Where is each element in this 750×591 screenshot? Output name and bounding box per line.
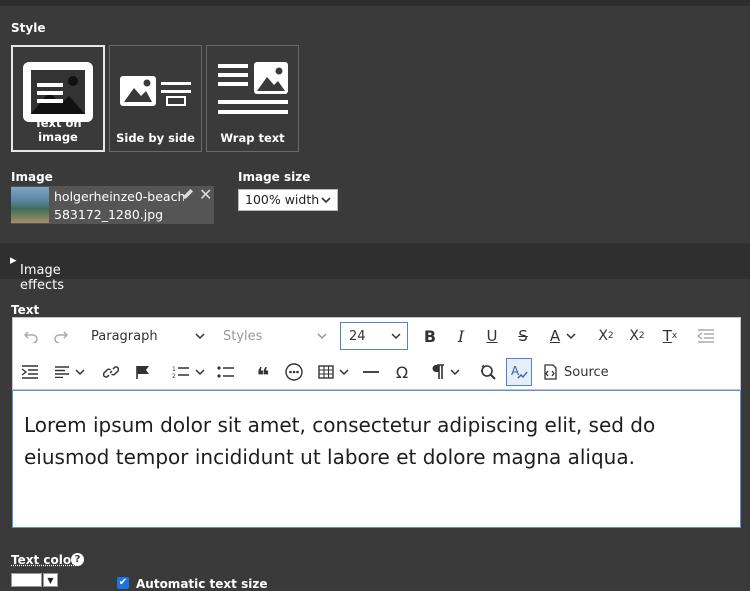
image-label: Image — [11, 170, 53, 184]
bold-icon[interactable]: B — [417, 318, 443, 354]
align-dropdown-icon[interactable] — [49, 354, 89, 390]
chevron-down-icon — [321, 190, 331, 218]
text-color-label: Text color — [11, 553, 78, 567]
image-filename: holgerheinze0-beach- 583172_1280.jpg — [54, 189, 184, 222]
rich-text-editor[interactable]: Lorem ipsum dolor sit amet, consectetur … — [12, 390, 741, 528]
bullet-list-icon[interactable] — [213, 354, 239, 390]
chevron-down-icon — [566, 333, 576, 340]
top-bar — [0, 0, 750, 6]
subscript-icon[interactable]: X2 — [593, 318, 619, 354]
image-size-select[interactable]: 100% width — [238, 189, 338, 211]
style-option-text-on-image[interactable]: Text on image — [11, 45, 105, 152]
spellcheck-icon[interactable]: A — [506, 358, 532, 386]
remove-image-close-icon[interactable]: ✕ — [199, 187, 212, 203]
chevron-down-icon — [338, 369, 349, 376]
special-characters-omega-icon[interactable]: Ω — [389, 354, 415, 390]
underline-icon[interactable]: U — [479, 318, 505, 354]
chevron-down-icon — [391, 333, 401, 340]
superscript-icon[interactable]: X2 — [624, 318, 650, 354]
strikethrough-icon[interactable]: S — [510, 318, 536, 354]
side-by-side-icon — [119, 76, 191, 106]
font-color-icon[interactable]: A — [543, 318, 583, 354]
source-code-icon — [544, 364, 557, 380]
styles-dropdown[interactable]: Styles — [213, 318, 333, 354]
chevron-down-icon — [317, 333, 327, 340]
style-option-label: Side by side — [116, 131, 195, 145]
color-dropdown-chevron-icon[interactable]: ▼ — [43, 573, 58, 587]
blockquote-icon[interactable]: ❝ — [250, 354, 276, 390]
text-section-label: Text — [11, 303, 40, 317]
text-on-image-icon — [23, 62, 93, 122]
help-icon[interactable]: ? — [71, 553, 84, 566]
undo-icon[interactable] — [19, 318, 43, 354]
image-size-label: Image size — [238, 170, 311, 184]
link-icon[interactable] — [98, 354, 124, 390]
wrap-text-icon — [217, 62, 288, 114]
font-size-dropdown[interactable]: 24 — [340, 322, 408, 350]
paragraph-marks-icon[interactable] — [425, 354, 465, 390]
automatic-text-size-checkbox[interactable]: ✔ — [117, 577, 129, 589]
remove-format-icon[interactable]: Tx — [657, 318, 683, 354]
image-chip: holgerheinze0-beach- 583172_1280.jpg ✕ — [11, 186, 214, 224]
image-effects-label: ▸ Image effects — [10, 253, 64, 293]
style-option-side-by-side[interactable]: Side by side — [109, 45, 202, 152]
chevron-down-icon — [449, 369, 460, 376]
editor-content[interactable]: Lorem ipsum dolor sit amet, consectetur … — [24, 409, 724, 473]
anchor-flag-icon[interactable] — [130, 354, 156, 390]
special-insert-icon[interactable] — [281, 354, 307, 390]
block-format-dropdown[interactable]: Paragraph — [81, 318, 211, 354]
indent-icon[interactable] — [17, 354, 43, 390]
outdent-icon[interactable] — [693, 318, 719, 354]
find-replace-icon[interactable] — [475, 354, 501, 390]
style-section-label: Style — [11, 21, 46, 35]
automatic-text-size-label: Automatic text size — [136, 577, 268, 591]
horizontal-line-icon[interactable] — [358, 354, 384, 390]
svg-text:1: 1 — [172, 366, 176, 373]
image-effects-toggle[interactable]: ▸ Image effects — [0, 243, 750, 293]
editor-toolbar: Paragraph Styles 24 B I U S A X2 X2 Tx 1… — [12, 317, 741, 390]
style-option-label: Text on image — [34, 116, 82, 144]
italic-icon[interactable]: I — [448, 318, 474, 354]
source-button[interactable]: Source — [541, 354, 611, 390]
pencil-icon[interactable] — [181, 187, 195, 201]
chevron-down-icon — [74, 369, 85, 376]
text-color-swatch[interactable] — [11, 573, 42, 587]
chevron-down-icon — [195, 333, 205, 340]
style-option-wrap-text[interactable]: Wrap text — [206, 45, 299, 152]
svg-text:2: 2 — [172, 373, 176, 379]
image-size-value: 100% width — [245, 192, 320, 207]
table-icon[interactable] — [313, 354, 353, 390]
svg-text:A: A — [511, 364, 520, 378]
chevron-down-icon — [194, 369, 205, 376]
style-option-label: Wrap text — [220, 131, 285, 145]
redo-icon[interactable] — [49, 318, 73, 354]
image-thumbnail[interactable] — [11, 187, 49, 223]
numbered-list-icon[interactable]: 12 — [168, 354, 208, 390]
